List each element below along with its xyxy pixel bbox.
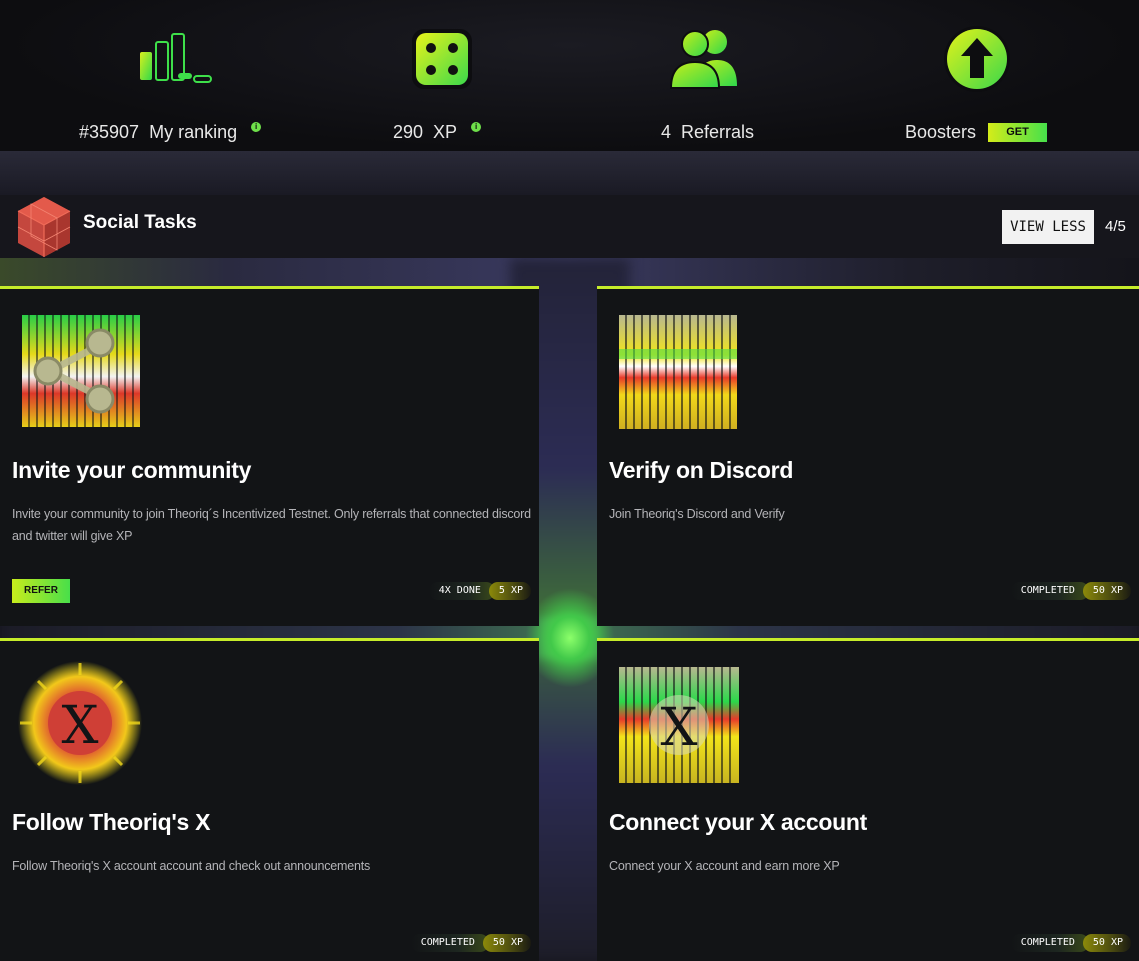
svg-text:X: X: [61, 696, 98, 756]
info-icon[interactable]: i: [251, 122, 262, 132]
cube-icon: [17, 197, 71, 257]
task-title: Invite your community: [12, 457, 252, 483]
users-icon: [669, 30, 737, 89]
xp-badge: 50 XP: [1082, 934, 1131, 952]
status-badge: COMPLETED: [410, 934, 489, 952]
share-icon: [22, 315, 140, 427]
xp-badge: 50 XP: [482, 934, 531, 952]
task-badges: COMPLETED 50 XP: [1010, 582, 1131, 600]
dice-icon: [412, 29, 472, 89]
task-description: Invite your community to join Theoriq´s …: [12, 507, 531, 543]
bar-chart-icon: [140, 33, 212, 83]
task-card-invite: Invite your community Invite your commun…: [0, 286, 539, 626]
xp-value: 290: [393, 121, 424, 142]
stats-bar: #35907 My ranking i 290 XP i 4 Referrals…: [0, 0, 1139, 151]
get-boosters-button[interactable]: GET: [988, 122, 1048, 142]
stat-ranking: #35907 My ranking i: [70, 0, 350, 151]
svg-text:X: X: [660, 698, 697, 758]
ranking-line: #35907 My ranking i: [79, 120, 262, 144]
task-badges: 4X DONE 5 XP: [428, 582, 531, 600]
ranking-label: My ranking: [149, 121, 238, 142]
status-badge: COMPLETED: [1010, 934, 1089, 952]
task-description: Connect your X account and earn more XP: [609, 859, 840, 873]
stat-boosters: Boosters GET: [905, 0, 1139, 151]
referrals-label: Referrals: [681, 121, 755, 142]
task-title: Follow Theoriq's X: [12, 809, 211, 835]
boosters-label: Boosters: [905, 121, 977, 142]
task-title: Verify on Discord: [609, 457, 794, 483]
task-description: Join Theoriq's Discord and Verify: [609, 507, 785, 521]
section-title: Social Tasks: [83, 212, 197, 233]
status-badge: 4X DONE: [428, 582, 495, 600]
stat-xp: 290 XP i: [350, 0, 630, 151]
section-header: Social Tasks VIEW LESS 4/5: [0, 195, 1139, 258]
task-title: Connect your X account: [609, 809, 867, 835]
x-logo-icon: X: [18, 661, 142, 785]
xp-badge: 50 XP: [1082, 582, 1131, 600]
xp-badge: 5 XP: [488, 582, 531, 600]
task-badges: COMPLETED 50 XP: [1010, 934, 1131, 952]
x-logo-icon: X: [619, 667, 739, 783]
task-description: Follow Theoriq's X account account and c…: [12, 859, 371, 873]
arrow-up-icon: [944, 26, 1010, 92]
stat-referrals: 4 Referrals: [630, 0, 910, 151]
task-card-connect-x: X Connect your X account Connect your X …: [597, 638, 1139, 961]
refer-button[interactable]: REFER: [12, 579, 70, 603]
xp-label: XP: [433, 121, 458, 142]
view-less-button[interactable]: VIEW LESS: [1002, 210, 1094, 244]
status-badge: COMPLETED: [1010, 582, 1089, 600]
boosters-line: Boosters GET: [905, 120, 1048, 144]
referrals-line: 4 Referrals: [661, 120, 754, 144]
ranking-value: #35907: [79, 121, 140, 142]
referrals-value: 4: [661, 121, 672, 142]
task-badges: COMPLETED 50 XP: [410, 934, 531, 952]
xp-line: 290 XP i: [393, 120, 482, 144]
info-icon[interactable]: i: [471, 122, 482, 132]
task-card-discord: Verify on Discord Join Theoriq's Discord…: [597, 286, 1139, 626]
task-card-follow-x: X Follow Theoriq's X Follow Theoriq's X …: [0, 638, 539, 961]
discord-glitch-icon: [619, 315, 737, 429]
divider-band: [0, 151, 1139, 195]
task-progress-count: 4/5: [1105, 218, 1126, 235]
